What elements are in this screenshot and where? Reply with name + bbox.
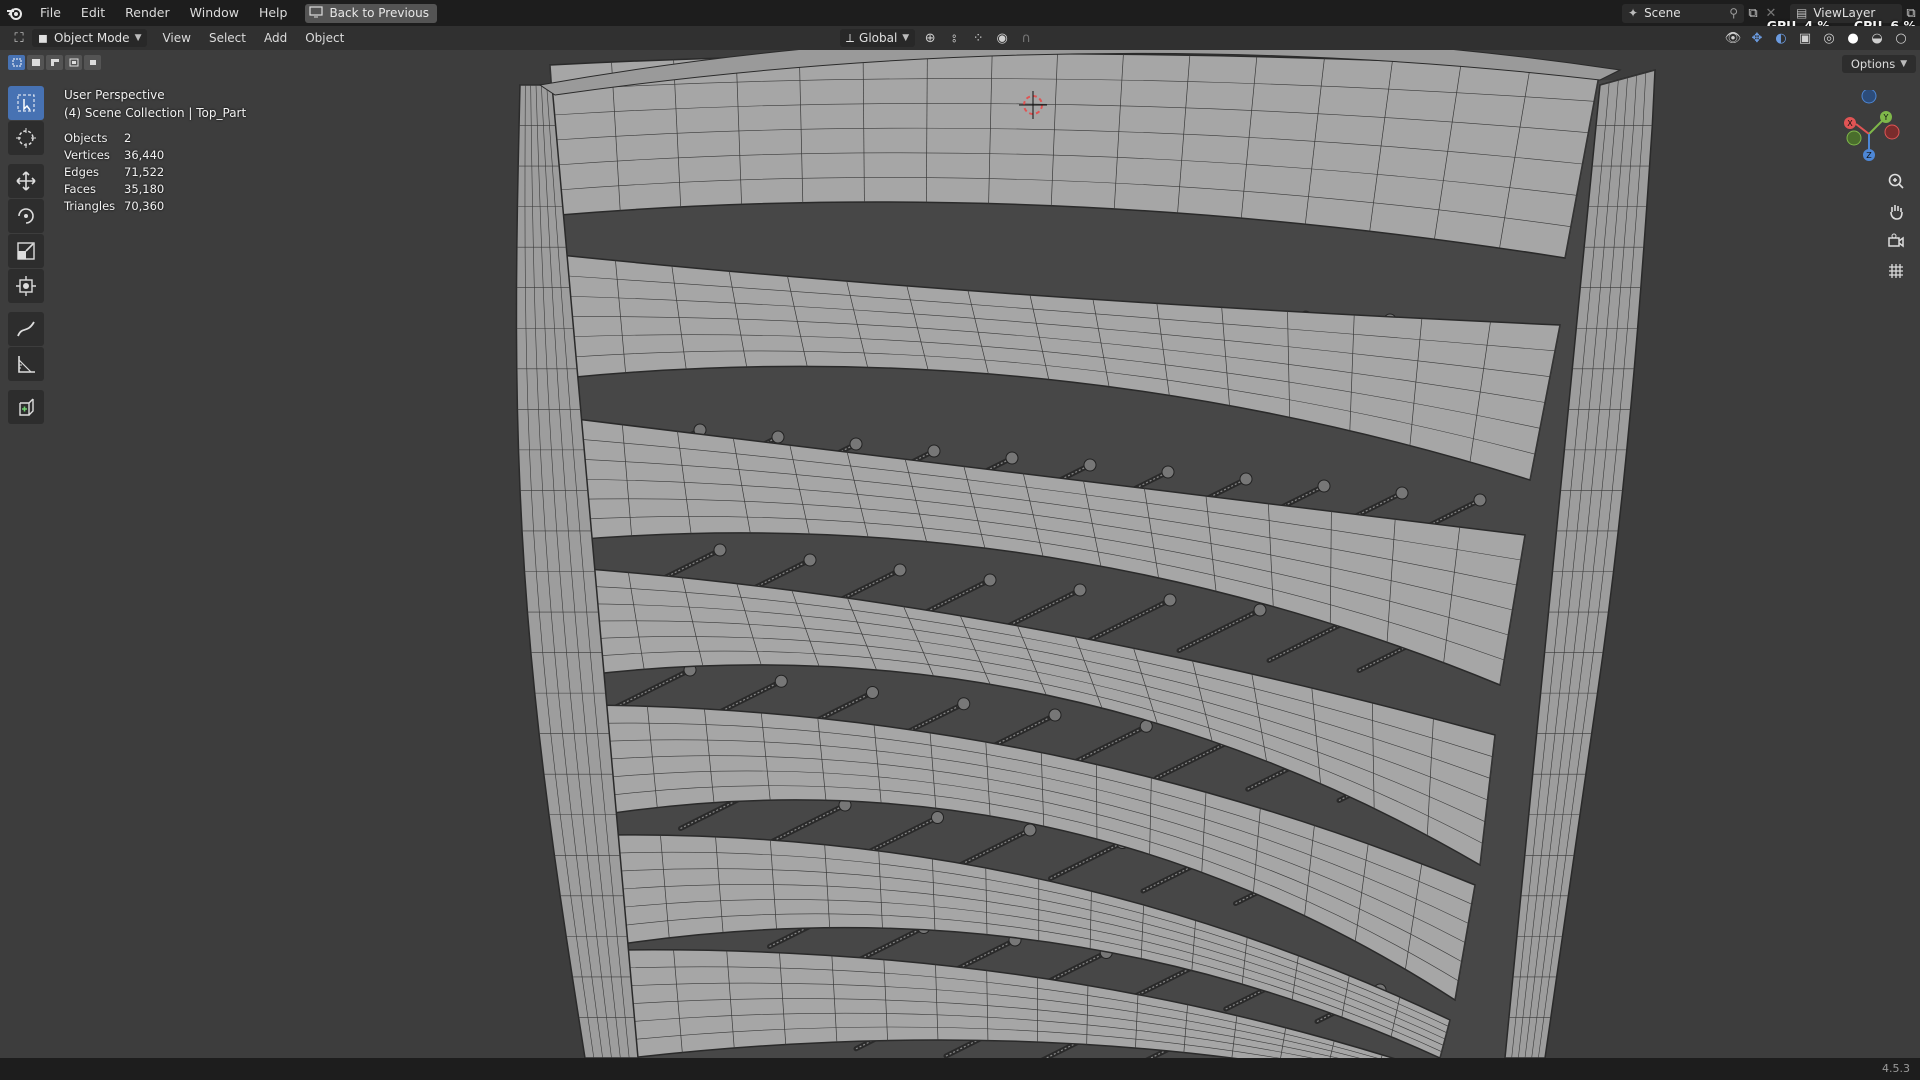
proportional-edit-icon[interactable]: ◉ xyxy=(993,29,1011,47)
menu-render[interactable]: Render xyxy=(115,0,180,26)
orthographic-grid-icon[interactable] xyxy=(1882,258,1910,284)
scene-icon: ✦ xyxy=(1628,6,1639,20)
menu-object[interactable]: Object xyxy=(296,26,353,50)
measure-tool-icon[interactable] xyxy=(8,347,44,381)
selection-mode-group xyxy=(8,55,101,70)
add-cube-tool-icon[interactable] xyxy=(8,390,44,424)
move-tool-icon[interactable] xyxy=(8,164,44,198)
gizmo-z-label: Z xyxy=(1866,151,1872,160)
select-new-icon[interactable] xyxy=(8,55,25,70)
menu-select[interactable]: Select xyxy=(200,26,255,50)
pivot-point-icon[interactable]: ⊕ xyxy=(921,29,939,47)
version-label: 4.5.3 xyxy=(1882,1062,1910,1075)
overlay-toggle-icon[interactable]: ◐ xyxy=(1772,29,1790,47)
camera-view-icon[interactable] xyxy=(1882,228,1910,254)
select-extend-icon[interactable] xyxy=(27,55,44,70)
back-to-previous-label: Back to Previous xyxy=(329,6,429,20)
stat-objects: Objects 2 xyxy=(64,131,132,145)
stat-vertices: Vertices 36,440 xyxy=(64,148,165,162)
object-mode-icon: ◼ xyxy=(38,31,48,45)
stat-edges: Edges 71,522 xyxy=(64,165,165,179)
gizmo-toggle-icon[interactable]: ✥ xyxy=(1748,29,1766,47)
scene-selector[interactable]: ✦ Scene ⚲ xyxy=(1622,3,1744,23)
mesh-wireframe xyxy=(515,50,1656,1058)
pan-hand-icon[interactable] xyxy=(1882,198,1910,224)
falloff-icon[interactable]: ∩ xyxy=(1017,29,1035,47)
select-intersect-icon[interactable] xyxy=(84,55,101,70)
topbar-right: ✦ Scene ⚲ ⧉ ✕ ▤ ViewLayer ⧉ GPU 4 % CPU … xyxy=(1622,0,1920,33)
viewport-overlay-text: User Perspective (4) Scene Collection | … xyxy=(64,86,246,215)
status-bar: 4.5.3 xyxy=(0,1058,1920,1080)
mode-dropdown[interactable]: ◼ Object Mode ▼ xyxy=(32,29,148,47)
menu-file[interactable]: File xyxy=(30,0,71,26)
menu-add[interactable]: Add xyxy=(255,26,296,50)
select-subtract-icon[interactable] xyxy=(46,55,63,70)
rotate-tool-icon[interactable] xyxy=(8,199,44,233)
menu-edit[interactable]: Edit xyxy=(71,0,115,26)
select-invert-icon[interactable] xyxy=(65,55,82,70)
gizmo-y-label: Y xyxy=(1883,113,1889,122)
transform-tool-icon[interactable] xyxy=(8,269,44,303)
annotate-tool-icon[interactable] xyxy=(8,312,44,346)
back-to-previous-button[interactable]: Back to Previous xyxy=(305,3,437,23)
material-shading-icon[interactable]: ◒ xyxy=(1868,29,1886,47)
orientation-icon: ⟂ xyxy=(846,30,855,45)
options-dropdown[interactable]: Options ▼ xyxy=(1842,55,1916,73)
new-scene-icon[interactable]: ⧉ xyxy=(1744,4,1762,22)
orientation-dropdown[interactable]: ⟂ Global ▼ xyxy=(840,29,916,47)
mode-label: Object Mode xyxy=(53,31,130,45)
scale-tool-icon[interactable] xyxy=(8,234,44,268)
stat-faces: Faces 35,180 xyxy=(64,182,165,196)
zoom-icon[interactable] xyxy=(1882,168,1910,194)
cursor-tool-icon[interactable] xyxy=(8,121,44,155)
pin-icon: ⚲ xyxy=(1729,6,1738,20)
menu-help[interactable]: Help xyxy=(249,0,298,26)
menu-window[interactable]: Window xyxy=(180,0,249,26)
snap-icon[interactable]: ⦂ xyxy=(945,29,963,47)
view-perspective-label: User Perspective xyxy=(64,88,165,102)
options-label: Options xyxy=(1850,57,1896,71)
editor-type-icon[interactable]: ⛶ xyxy=(10,29,28,47)
3d-viewport[interactable] xyxy=(0,50,1920,1058)
scene-statistics: Objects 2 Vertices 36,440 Edges 71,522 Face… xyxy=(64,130,246,215)
viewport-shading-controls: 👁 ✥ ◐ ▣ ◎ ● ◒ ○ xyxy=(1724,26,1910,50)
viewport-header: ⛶ ◼ Object Mode ▼ View Select Add Object… xyxy=(0,26,1920,50)
snap-target-icon[interactable]: ⁘ xyxy=(969,29,987,47)
chevron-down-icon: ▼ xyxy=(1900,59,1908,69)
screen-icon xyxy=(309,5,324,21)
menu-view[interactable]: View xyxy=(153,26,199,50)
select-box-tool-icon[interactable] xyxy=(8,86,44,120)
active-collection-label: (4) Scene Collection | Top_Part xyxy=(64,106,247,120)
orientation-label: Global xyxy=(859,31,898,45)
solid-shading-icon[interactable]: ● xyxy=(1844,29,1862,47)
chevron-down-icon: ▼ xyxy=(902,33,910,43)
chevron-down-icon: ▼ xyxy=(134,33,142,43)
visibility-icon[interactable]: 👁 xyxy=(1724,29,1742,47)
stat-triangles: Triangles 70,360 xyxy=(64,199,165,213)
transform-controls: ⟂ Global ▼ ⊕ ⦂ ⁘ ◉ ∩ xyxy=(836,26,1035,50)
rendered-shading-icon[interactable]: ○ xyxy=(1892,29,1910,47)
tool-shelf xyxy=(8,86,46,425)
scene-name: Scene xyxy=(1644,6,1681,20)
xray-icon[interactable]: ▣ xyxy=(1796,29,1814,47)
navigation-gizmo[interactable]: Y X Z xyxy=(1836,88,1906,162)
gizmo-x-label: X xyxy=(1847,119,1853,128)
top-menu-bar: File Edit Render Window Help Back to Pre… xyxy=(0,0,1920,33)
wireframe-shading-icon[interactable]: ◎ xyxy=(1820,29,1838,47)
blender-logo-icon[interactable] xyxy=(0,5,30,21)
